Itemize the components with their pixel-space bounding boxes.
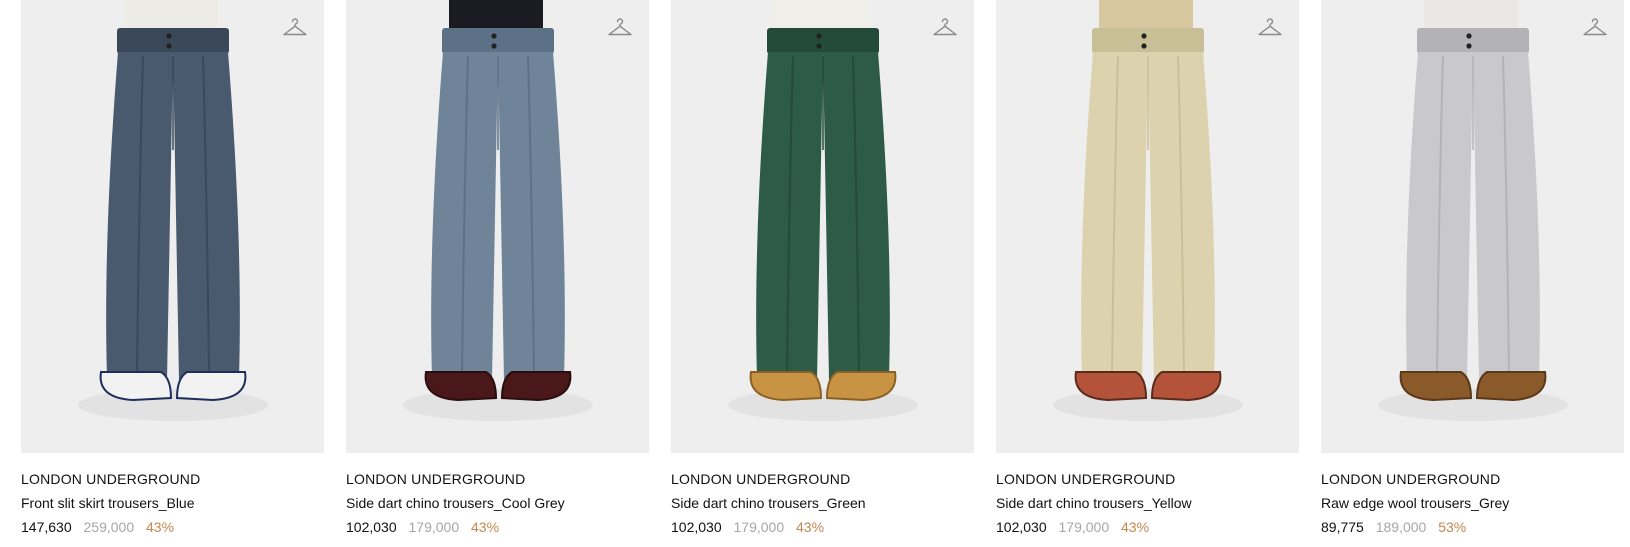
button [166, 43, 172, 49]
right-shoe [825, 371, 897, 402]
product-name[interactable]: Raw edge wool trousers_Grey [1321, 495, 1509, 511]
floor-shadow [1378, 389, 1568, 421]
shirt [774, 0, 868, 30]
left-shoe [99, 371, 173, 402]
product-brand[interactable]: LONDON UNDERGROUND [996, 471, 1175, 487]
waistband [442, 28, 554, 54]
button [816, 33, 822, 39]
product-photo-illustration [346, 0, 649, 453]
floor-shadow [728, 389, 918, 421]
discount-rate: 43% [1121, 519, 1150, 535]
sale-price: 89,775 [1321, 519, 1364, 535]
right-shoe [500, 371, 572, 402]
product-brand[interactable]: LONDON UNDERGROUND [346, 471, 525, 487]
product-photo-illustration [671, 0, 974, 453]
product-name[interactable]: Front slit skirt trousers_Blue [21, 495, 195, 511]
product-card[interactable]: LONDON UNDERGROUND Raw edge wool trouser… [1321, 0, 1624, 547]
button [1141, 43, 1147, 49]
discount-rate: 43% [146, 519, 175, 535]
product-card[interactable]: LONDON UNDERGROUND Side dart chino trous… [996, 0, 1299, 547]
product-grid: LONDON UNDERGROUND Front slit skirt trou… [0, 0, 1630, 547]
product-image[interactable] [346, 0, 649, 453]
product-photo-illustration [1321, 0, 1624, 453]
waistband [117, 28, 229, 54]
original-price: 189,000 [1375, 519, 1427, 535]
button [1466, 33, 1472, 39]
original-price: 259,000 [83, 519, 135, 535]
left-shoe [749, 371, 823, 402]
discount-rate: 53% [1438, 519, 1467, 535]
product-brand[interactable]: LONDON UNDERGROUND [21, 471, 200, 487]
button [1466, 43, 1472, 49]
product-name[interactable]: Side dart chino trousers_Cool Grey [346, 495, 565, 511]
product-photo-illustration [21, 0, 324, 453]
hanger-icon[interactable] [607, 16, 633, 38]
product-card[interactable]: LONDON UNDERGROUND Side dart chino trous… [346, 0, 649, 547]
floor-shadow [403, 389, 593, 421]
hanger-icon[interactable] [1582, 16, 1608, 38]
shirt [124, 0, 218, 30]
left-shoe [1399, 371, 1473, 402]
product-image[interactable] [21, 0, 324, 453]
waistband [1092, 28, 1204, 54]
shirt [1424, 0, 1518, 30]
button [166, 33, 172, 39]
left-shoe [424, 371, 498, 402]
left-shoe [1074, 371, 1148, 402]
product-brand[interactable]: LONDON UNDERGROUND [1321, 471, 1500, 487]
product-prices: 102,030 179,000 43% [671, 519, 824, 535]
product-brand[interactable]: LONDON UNDERGROUND [671, 471, 850, 487]
hanger-icon[interactable] [282, 16, 308, 38]
shirt [1099, 0, 1193, 30]
shirt [449, 0, 543, 30]
waistband [767, 28, 879, 54]
floor-shadow [78, 389, 268, 421]
button [491, 43, 497, 49]
product-prices: 89,775 189,000 53% [1321, 519, 1466, 535]
product-photo-illustration [996, 0, 1299, 453]
right-shoe [175, 371, 247, 402]
hanger-icon[interactable] [1257, 16, 1283, 38]
button [1141, 33, 1147, 39]
original-price: 179,000 [1058, 519, 1110, 535]
product-image[interactable] [1321, 0, 1624, 453]
right-shoe [1150, 371, 1222, 402]
product-image[interactable] [996, 0, 1299, 453]
right-shoe [1475, 371, 1547, 402]
original-price: 179,000 [733, 519, 785, 535]
product-image[interactable] [671, 0, 974, 453]
original-price: 179,000 [408, 519, 460, 535]
product-prices: 102,030 179,000 43% [996, 519, 1149, 535]
button [491, 33, 497, 39]
discount-rate: 43% [796, 519, 825, 535]
sale-price: 147,630 [21, 519, 72, 535]
product-card[interactable]: LONDON UNDERGROUND Front slit skirt trou… [21, 0, 324, 547]
button [816, 43, 822, 49]
waistband [1417, 28, 1529, 54]
product-prices: 147,630 259,000 43% [21, 519, 174, 535]
product-card[interactable]: LONDON UNDERGROUND Side dart chino trous… [671, 0, 974, 547]
product-name[interactable]: Side dart chino trousers_Yellow [996, 495, 1192, 511]
sale-price: 102,030 [346, 519, 397, 535]
sale-price: 102,030 [671, 519, 722, 535]
product-name[interactable]: Side dart chino trousers_Green [671, 495, 866, 511]
discount-rate: 43% [471, 519, 500, 535]
product-prices: 102,030 179,000 43% [346, 519, 499, 535]
sale-price: 102,030 [996, 519, 1047, 535]
hanger-icon[interactable] [932, 16, 958, 38]
floor-shadow [1053, 389, 1243, 421]
